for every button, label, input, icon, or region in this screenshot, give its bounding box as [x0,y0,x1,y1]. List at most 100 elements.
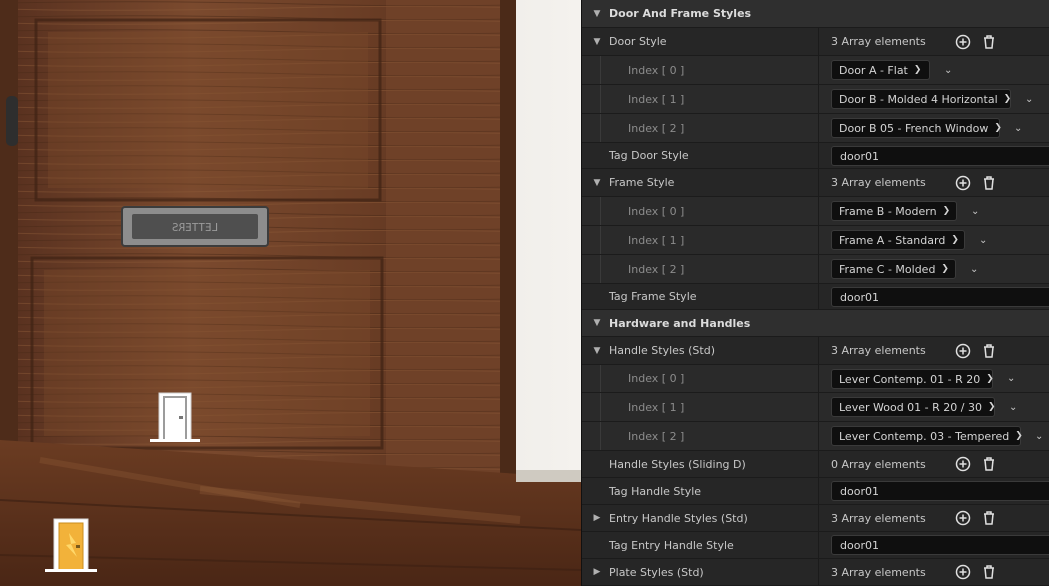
tag-handle-style-input[interactable]: door01 [831,481,1049,501]
plate-styles-count: 3 Array elements [831,565,926,579]
tag-frame-style-input[interactable]: door01 [831,287,1049,307]
category-hardware-handles[interactable]: ▼ Hardware and Handles [582,310,1049,337]
trash-icon[interactable] [982,169,996,196]
tag-entry-handle-style-label: Tag Entry Handle Style [609,538,734,552]
chevron-down-icon: ❯ [951,235,959,245]
viewport[interactable]: LETTERS [0,0,581,586]
frame-style-index-0: Index [ 0 ] Frame B - Modern ❯ ⌄ [582,197,1049,226]
expand-chevron-icon[interactable]: ⌄ [971,197,979,225]
add-element-icon[interactable] [955,451,971,477]
combo-value: Frame C - Molded [839,262,936,276]
handle-style-index-2: Index [ 2 ] Lever Contemp. 03 - Tempered… [582,422,1049,451]
door-style-index-0: Index [ 0 ] Door A - Flat ❯ ⌄ [582,56,1049,85]
index-label: Index [ 1 ] [628,92,685,106]
frame-style-row[interactable]: ▼ Frame Style 3 Array elements [582,169,1049,197]
door-style-combo-1[interactable]: Door B - Molded 4 Horizontal ❯ [831,89,1011,109]
expand-chevron-icon[interactable]: ⌄ [1009,393,1017,421]
frame-style-index-1: Index [ 1 ] Frame A - Standard ❯ ⌄ [582,226,1049,255]
chevron-down-icon[interactable]: ▼ [591,169,603,196]
index-label: Index [ 0 ] [628,63,685,77]
add-element-icon[interactable] [955,559,971,585]
handle-style-combo-1[interactable]: Lever Wood 01 - R 20 / 30 ❯ [831,397,996,417]
index-label: Index [ 2 ] [628,121,685,135]
door-icon[interactable] [150,391,200,443]
expand-chevron-icon[interactable]: ⌄ [970,255,978,283]
add-element-icon[interactable] [955,169,971,196]
expand-chevron-icon[interactable]: ⌄ [944,56,952,84]
viewport-scene: LETTERS [0,0,581,586]
add-element-icon[interactable] [955,28,971,55]
door-icon-selected[interactable] [45,517,97,573]
trash-icon[interactable] [982,505,996,531]
entry-handle-styles-count: 3 Array elements [831,511,926,525]
tag-door-style-input[interactable]: door01 [831,146,1049,166]
handle-styles-std-row[interactable]: ▼ Handle Styles (Std) 3 Array elements [582,337,1049,365]
door-style-combo-2[interactable]: Door B 05 - French Window ❯ [831,118,1002,138]
handle-styles-std-count: 3 Array elements [831,344,926,357]
entry-handle-styles-label: Entry Handle Styles (Std) [609,511,748,525]
chevron-right-icon[interactable]: ▶ [591,559,603,585]
details-panel: ▼ Door And Frame Styles ▼ Door Style 3 A… [581,0,1049,586]
trash-icon[interactable] [982,28,996,55]
chevron-down-icon: ❯ [1003,94,1012,104]
tag-handle-style-row: Tag Handle Style door01 [582,478,1049,505]
door-style-row[interactable]: ▼ Door Style 3 Array elements [582,28,1049,56]
category-door-frame-styles[interactable]: ▼ Door And Frame Styles [582,0,1049,28]
handle-style-combo-2[interactable]: Lever Contemp. 03 - Tempered ❯ [831,426,1023,446]
tag-handle-style-label: Tag Handle Style [609,484,702,498]
handle-styles-sliding-label: Handle Styles (Sliding D) [609,457,746,471]
combo-value: Door B 05 - French Window [839,121,989,135]
tag-door-style-label: Tag Door Style [609,149,689,162]
expand-chevron-icon[interactable]: ⌄ [1035,422,1043,450]
add-element-icon[interactable] [955,337,971,364]
handle-styles-sliding-count: 0 Array elements [831,457,926,471]
add-element-icon[interactable] [955,505,971,531]
frame-style-label: Frame Style [609,176,675,189]
chevron-down-icon: ❯ [987,402,996,412]
door-style-index-1: Index [ 1 ] Door B - Molded 4 Horizontal… [582,85,1049,114]
door-style-combo-0[interactable]: Door A - Flat ❯ [831,60,930,80]
door-style-count: 3 Array elements [831,35,926,48]
index-label: Index [ 2 ] [628,262,685,276]
expand-chevron-icon[interactable]: ⌄ [1025,85,1033,113]
entry-handle-styles-row[interactable]: ▶ Entry Handle Styles (Std) 3 Array elem… [582,505,1049,532]
trash-icon[interactable] [982,337,996,364]
index-label: Index [ 0 ] [628,372,685,385]
expand-chevron-icon[interactable]: ⌄ [1014,114,1022,142]
door-style-label: Door Style [609,35,667,48]
index-label: Index [ 2 ] [628,429,685,443]
tag-entry-handle-style-input[interactable]: door01 [831,535,1049,555]
tag-frame-style-row: Tag Frame Style door01 [582,284,1049,310]
chevron-right-icon[interactable]: ▶ [591,505,603,531]
frame-style-combo-0[interactable]: Frame B - Modern ❯ [831,201,957,221]
plate-styles-label: Plate Styles (Std) [609,565,704,579]
category-label: Hardware and Handles [609,316,751,330]
chevron-down-icon[interactable]: ▼ [591,28,603,55]
index-label: Index [ 1 ] [628,400,685,414]
combo-value: Lever Contemp. 01 - R 20 [839,372,981,386]
combo-value: Frame B - Modern [839,204,937,218]
tag-door-style-row: Tag Door Style door01 [582,143,1049,169]
trash-icon[interactable] [982,451,996,477]
combo-value: Lever Contemp. 03 - Tempered [839,429,1010,443]
frame-style-combo-2[interactable]: Frame C - Molded ❯ [831,259,956,279]
combo-value: Door B - Molded 4 Horizontal [839,92,998,106]
expand-chevron-icon[interactable]: ⌄ [979,226,987,254]
combo-value: Lever Wood 01 - R 20 / 30 [839,400,982,414]
frame-style-index-2: Index [ 2 ] Frame C - Molded ❯ ⌄ [582,255,1049,284]
chevron-down-icon[interactable]: ▼ [591,0,603,27]
frame-style-combo-1[interactable]: Frame A - Standard ❯ [831,230,965,250]
chevron-down-icon: ❯ [941,264,949,274]
door-style-index-2: Index [ 2 ] Door B 05 - French Window ❯ ⌄ [582,114,1049,143]
category-label: Door And Frame Styles [609,7,752,20]
handle-style-combo-0[interactable]: Lever Contemp. 01 - R 20 ❯ [831,369,994,389]
expand-chevron-icon[interactable]: ⌄ [1007,365,1015,392]
trash-icon[interactable] [982,559,996,585]
handle-styles-sliding-row: Handle Styles (Sliding D) 0 Array elemen… [582,451,1049,478]
plate-styles-row[interactable]: ▶ Plate Styles (Std) 3 Array elements [582,559,1049,586]
chevron-down-icon[interactable]: ▼ [591,337,603,364]
chevron-down-icon[interactable]: ▼ [591,310,603,336]
handle-style-index-0: Index [ 0 ] Lever Contemp. 01 - R 20 ❯ ⌄ [582,365,1049,393]
tag-entry-handle-style-row: Tag Entry Handle Style door01 [582,532,1049,559]
chevron-down-icon: ❯ [1015,431,1023,441]
